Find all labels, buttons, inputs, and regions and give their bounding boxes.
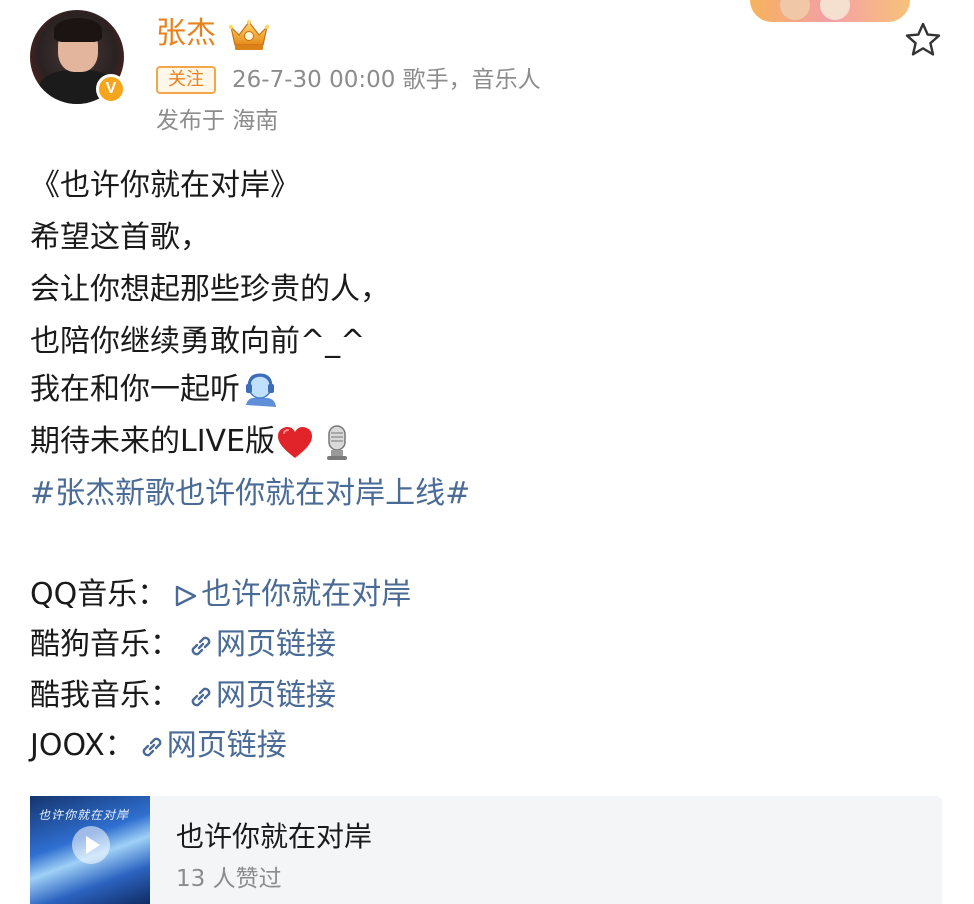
author-name[interactable]: 张杰: [156, 14, 216, 54]
decorative-banner: [750, 0, 910, 22]
source-link[interactable]: 也许你就在对岸: [167, 577, 411, 612]
source-row: JOOX： 网页链接: [30, 721, 287, 771]
music-card[interactable]: [30, 796, 942, 904]
cover-script-text: 也许你就在对岸: [38, 808, 130, 822]
music-card-likes: 13 人赞过: [176, 866, 282, 892]
source-row: 酷我音乐： 网页链接: [30, 671, 336, 721]
play-outline-icon: [176, 585, 197, 606]
vip-crown-icon[interactable]: [228, 18, 270, 52]
post-meta: 26-7-30 00:00 歌手，音乐人: [232, 67, 541, 93]
follow-button[interactable]: 关注: [156, 66, 216, 94]
favorite-star-icon[interactable]: [903, 20, 943, 60]
verified-badge-icon: V: [96, 74, 126, 104]
banner-face: [820, 0, 850, 20]
post-text: 我在和你一起听: [30, 372, 240, 407]
source-row: QQ音乐： 也许你就在对岸: [30, 570, 411, 620]
source-platform: JOOX：: [30, 728, 135, 763]
banner-face: [780, 0, 810, 20]
source-platform: 酷我音乐：: [30, 678, 180, 713]
link-icon: [191, 636, 211, 655]
source-platform: QQ音乐：: [30, 577, 168, 612]
post-location: 发布于 海南: [156, 108, 279, 134]
link-icon: [142, 737, 162, 756]
red-heart-icon: [278, 426, 313, 458]
post-text-line: 希望这首歌，: [30, 220, 210, 255]
post-text-line: 也陪你继续勇敢向前^_^: [30, 324, 366, 359]
source-link[interactable]: 网页链接: [180, 678, 336, 713]
music-card-title[interactable]: 也许你就在对岸: [176, 818, 372, 856]
album-cover[interactable]: 也许你就在对岸: [30, 796, 150, 904]
source-platform: 酷狗音乐：: [30, 627, 180, 662]
post-text-line: 《也许你就在对岸》: [30, 168, 300, 203]
hashtag-link[interactable]: #张杰新歌也许你就在对岸上线#: [30, 469, 470, 519]
post-text-line: 我在和你一起听: [30, 365, 280, 415]
post-text: 期待未来的LIVE版: [30, 424, 276, 459]
link-icon: [191, 687, 211, 706]
listening-emoji-icon: [246, 372, 276, 407]
post-text-line: 期待未来的LIVE版: [30, 417, 355, 467]
play-icon[interactable]: [72, 826, 110, 864]
post-text-line: 会让你想起那些珍贵的人，: [30, 272, 390, 307]
source-link[interactable]: 网页链接: [180, 627, 336, 662]
microphone-icon: [327, 424, 348, 460]
source-link[interactable]: 网页链接: [135, 728, 287, 763]
source-row: 酷狗音乐： 网页链接: [30, 620, 336, 670]
